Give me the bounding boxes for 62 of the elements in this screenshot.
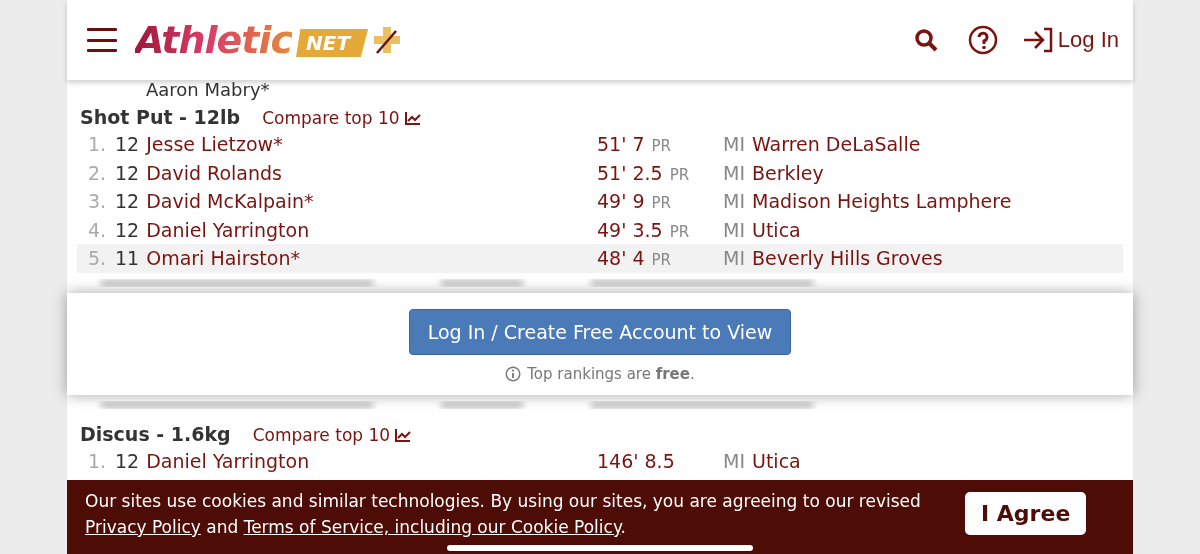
cookie-text: Our sites use cookies and similar technologies. By using our sites, you are agreeing to our revised Privacy Policy and Terms of Service, including our Cookie Policy. (85, 490, 922, 539)
grade: 12 (115, 190, 140, 213)
athlete-link[interactable]: Omari Hairston* (146, 247, 300, 270)
privacy-link[interactable]: Privacy Policy (85, 517, 201, 537)
school-link[interactable]: Warren DeLaSalle (752, 133, 921, 156)
compare-link[interactable]: Compare top 10 (252, 424, 412, 445)
school-link[interactable]: Madison Heights Lamphere (752, 190, 1012, 213)
grade: 12 (115, 161, 140, 184)
state: MI (723, 190, 745, 213)
terms-link[interactable]: Terms of Service, including our Cookie Policy (243, 517, 621, 537)
mark: 48' 4 (597, 247, 645, 270)
event-title: Shot Put - 12lb (80, 106, 241, 128)
athlete-name: Aaron Mabry* (146, 80, 270, 100)
mark: 51' 2.5 (597, 161, 663, 184)
pr-label: PR (651, 137, 671, 156)
info-icon (505, 365, 522, 382)
rank: 1. (88, 133, 108, 156)
school-link[interactable]: Utica (752, 449, 801, 472)
rank: 5. (88, 247, 108, 270)
state: MI (723, 247, 745, 270)
athlete-link[interactable]: David McKalpain* (146, 190, 314, 213)
state: MI (723, 449, 745, 472)
school-link[interactable]: Utica (752, 218, 801, 241)
login-link[interactable]: Log In (1021, 27, 1119, 53)
rank: 4. (88, 218, 108, 241)
create-account-button[interactable]: Log In / Create Free Account to View (408, 308, 792, 355)
school-link[interactable]: Beverly Hills Groves (752, 247, 943, 270)
grade: 12 (115, 218, 140, 241)
mark: 49' 3.5 (597, 218, 663, 241)
search-icon[interactable] (913, 28, 938, 52)
help-icon[interactable] (967, 25, 998, 55)
grade: 11 (115, 247, 140, 270)
pr-label: PR (651, 194, 671, 213)
athlete-link[interactable]: Jesse Lietzow* (146, 133, 283, 156)
school-link[interactable]: Berkley (752, 161, 824, 184)
pr-label: PR (669, 222, 690, 241)
rank: 2. (88, 161, 108, 184)
athlete-link[interactable]: Daniel Yarrington (146, 218, 310, 241)
state: MI (723, 218, 745, 241)
menu-icon[interactable] (87, 28, 117, 52)
plus-icon (372, 25, 403, 55)
rank: 1. (88, 449, 108, 472)
agree-button[interactable]: I Agree (965, 492, 1087, 535)
mark: 51' 7 (597, 133, 645, 156)
pr-label: PR (651, 251, 671, 270)
state: MI (723, 133, 745, 156)
grade: 12 (115, 449, 140, 472)
athlete-link[interactable]: David Rolands (146, 161, 282, 184)
note-text: Top rankings are free. (527, 364, 695, 383)
state: MI (723, 161, 745, 184)
event-title: Discus - 1.6kg (80, 422, 231, 445)
athlete-link[interactable]: Daniel Yarrington (146, 449, 310, 472)
mark: 146' 8.5 (597, 449, 675, 472)
rank: 3. (88, 190, 108, 213)
compare-link[interactable]: Compare top 10 (262, 108, 421, 128)
chart-icon (404, 111, 421, 125)
pr-label: PR (669, 165, 690, 184)
mark: 49' 9 (597, 190, 645, 213)
grade: 12 (115, 133, 140, 156)
chart-icon (395, 427, 412, 442)
sign-in-icon (1021, 27, 1054, 53)
logo-badge: NET (296, 29, 369, 57)
